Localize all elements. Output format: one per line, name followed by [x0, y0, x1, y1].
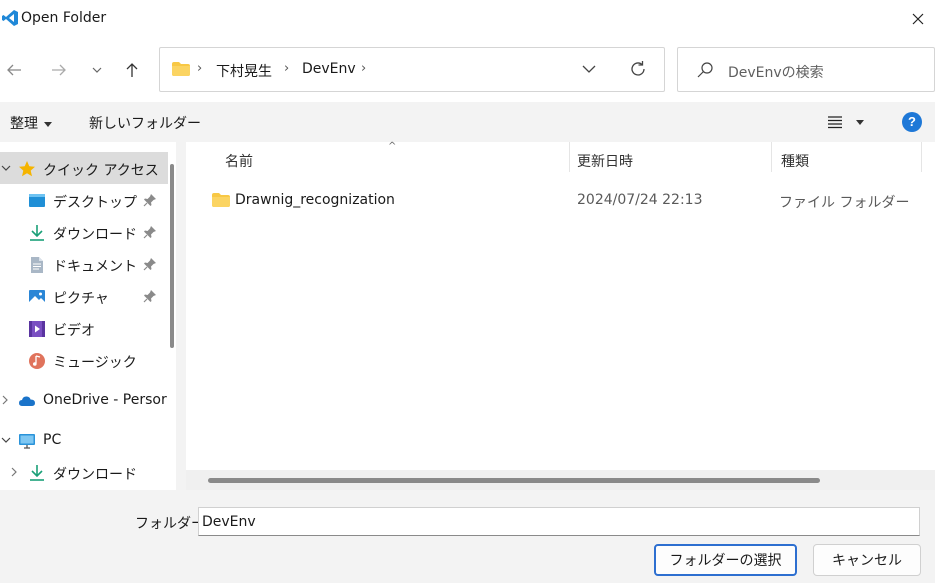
- sidebar-item-desktop[interactable]: デスクトップ: [0, 184, 168, 216]
- column-divider[interactable]: [569, 142, 570, 172]
- column-header-modified[interactable]: 更新日時: [577, 151, 633, 171]
- new-folder-button[interactable]: 新しいフォルダー: [89, 113, 201, 133]
- horizontal-scrollbar[interactable]: [186, 470, 935, 490]
- view-dropdown-icon[interactable]: [856, 120, 864, 125]
- desktop-icon: [29, 194, 45, 207]
- cancel-button[interactable]: キャンセル: [813, 544, 921, 576]
- sidebar-item-label: ダウンロード: [53, 227, 137, 243]
- close-icon: [912, 13, 923, 25]
- file-list: ^ 名前 更新日時 種類 Drawnig_recognization 2024/…: [186, 141, 935, 490]
- close-button[interactable]: [900, 0, 935, 38]
- folder-name-input[interactable]: [198, 507, 920, 536]
- view-options-button[interactable]: [826, 115, 844, 133]
- pictures-icon: [29, 290, 45, 304]
- column-divider[interactable]: [771, 142, 772, 172]
- sidebar-item-label: ミュージック: [53, 355, 137, 371]
- sidebar-item-label: OneDrive - Persor: [43, 392, 167, 408]
- refresh-icon: [631, 61, 645, 76]
- sort-ascending-icon: ^: [388, 141, 397, 152]
- sidebar-item-label: デスクトップ: [53, 195, 137, 211]
- pin-icon: [143, 290, 156, 303]
- column-header-type[interactable]: 種類: [781, 151, 809, 171]
- sidebar-item-pictures[interactable]: ピクチャ: [0, 280, 168, 312]
- help-button[interactable]: ?: [902, 112, 922, 132]
- search-input[interactable]: DevEnvの検索: [677, 47, 935, 92]
- list-view-icon: [828, 116, 842, 129]
- navigation-pane: クイック アクセス デスクトップ ダウンロード ドキュメント ピクチャ ビデオ …: [0, 142, 176, 490]
- organize-label: 整理: [10, 116, 38, 132]
- chevron-right-icon: [2, 395, 8, 405]
- chevron-down-icon: [92, 67, 102, 73]
- select-folder-button[interactable]: フォルダーの選択: [654, 544, 797, 576]
- pin-icon: [143, 258, 156, 271]
- command-bar: 整理 新しいフォルダー ?: [0, 102, 935, 142]
- download-icon: [30, 225, 44, 241]
- breadcrumb-item[interactable]: DevEnv: [302, 61, 356, 77]
- caret-down-icon: [44, 121, 52, 127]
- sidebar-item-quick-access[interactable]: クイック アクセス: [0, 152, 168, 184]
- search-placeholder: DevEnvの検索: [728, 65, 824, 81]
- chevron-down-icon: [1, 165, 11, 171]
- folder-icon: [212, 193, 230, 207]
- chevron-down-icon: [1, 437, 11, 443]
- sidebar-item-label: ドキュメント: [53, 259, 137, 275]
- file-row[interactable]: Drawnig_recognization 2024/07/24 22:13 フ…: [186, 186, 935, 216]
- organize-menu[interactable]: 整理: [10, 113, 52, 133]
- computer-icon: [19, 434, 35, 449]
- folder-icon: [172, 62, 190, 76]
- breadcrumb-separator: ›: [361, 61, 367, 76]
- video-icon: [29, 321, 45, 337]
- recent-locations-button[interactable]: [83, 56, 111, 84]
- sidebar-item-pc[interactable]: PC: [0, 424, 168, 456]
- refresh-button[interactable]: [628, 59, 648, 83]
- breadcrumb-item[interactable]: 下村晃生: [216, 61, 272, 81]
- sidebar-scrollbar[interactable]: [170, 164, 174, 348]
- column-header-name[interactable]: 名前: [225, 151, 253, 171]
- address-history-button[interactable]: [582, 61, 596, 81]
- download-icon: [30, 465, 44, 481]
- sidebar-item-music[interactable]: ミュージック: [0, 344, 168, 376]
- sidebar-item-downloads[interactable]: ダウンロード: [0, 216, 168, 248]
- search-icon: [697, 62, 713, 78]
- scrollbar-thumb[interactable]: [208, 478, 820, 483]
- arrow-right-icon: [52, 64, 66, 76]
- breadcrumb-separator: ›: [197, 61, 203, 76]
- window-title: Open Folder: [21, 10, 107, 26]
- star-icon: [19, 161, 35, 177]
- file-modified: 2024/07/24 22:13: [577, 192, 703, 208]
- sidebar-item-pc-downloads[interactable]: ダウンロード: [0, 456, 168, 488]
- pin-icon: [143, 226, 156, 239]
- sidebar-item-label: ダウンロード: [53, 467, 137, 483]
- chevron-down-icon: [582, 65, 596, 73]
- up-button[interactable]: [118, 56, 146, 84]
- column-divider[interactable]: [921, 142, 922, 172]
- forward-button[interactable]: [45, 56, 73, 84]
- arrow-up-icon: [126, 63, 138, 77]
- sidebar-item-label: PC: [43, 432, 62, 448]
- breadcrumb-separator: ›: [284, 61, 290, 76]
- sidebar-item-label: ピクチャ: [53, 291, 109, 307]
- new-folder-label: 新しいフォルダー: [89, 116, 201, 132]
- sidebar-item-label: クイック アクセス: [43, 163, 159, 179]
- address-bar[interactable]: › 下村晃生 › DevEnv ›: [159, 47, 665, 92]
- sidebar-item-documents[interactable]: ドキュメント: [0, 248, 168, 280]
- vscode-icon: [2, 10, 18, 26]
- title-bar: Open Folder: [0, 0, 935, 38]
- file-name: Drawnig_recognization: [235, 192, 395, 208]
- arrow-left-icon: [7, 64, 21, 76]
- sidebar-item-label: ビデオ: [53, 323, 95, 339]
- music-icon: [29, 353, 45, 369]
- document-icon: [31, 257, 43, 273]
- cloud-icon: [19, 396, 35, 406]
- pin-icon: [143, 194, 156, 207]
- help-icon: ?: [908, 114, 916, 129]
- file-type: ファイル フォルダー: [779, 195, 910, 211]
- navigation-bar: › 下村晃生 › DevEnv › DevEnvの検索: [0, 38, 935, 102]
- sidebar-item-videos[interactable]: ビデオ: [0, 312, 168, 344]
- sidebar-item-onedrive[interactable]: OneDrive - Persor: [0, 384, 168, 416]
- back-button[interactable]: [0, 56, 28, 84]
- chevron-right-icon: [11, 467, 17, 477]
